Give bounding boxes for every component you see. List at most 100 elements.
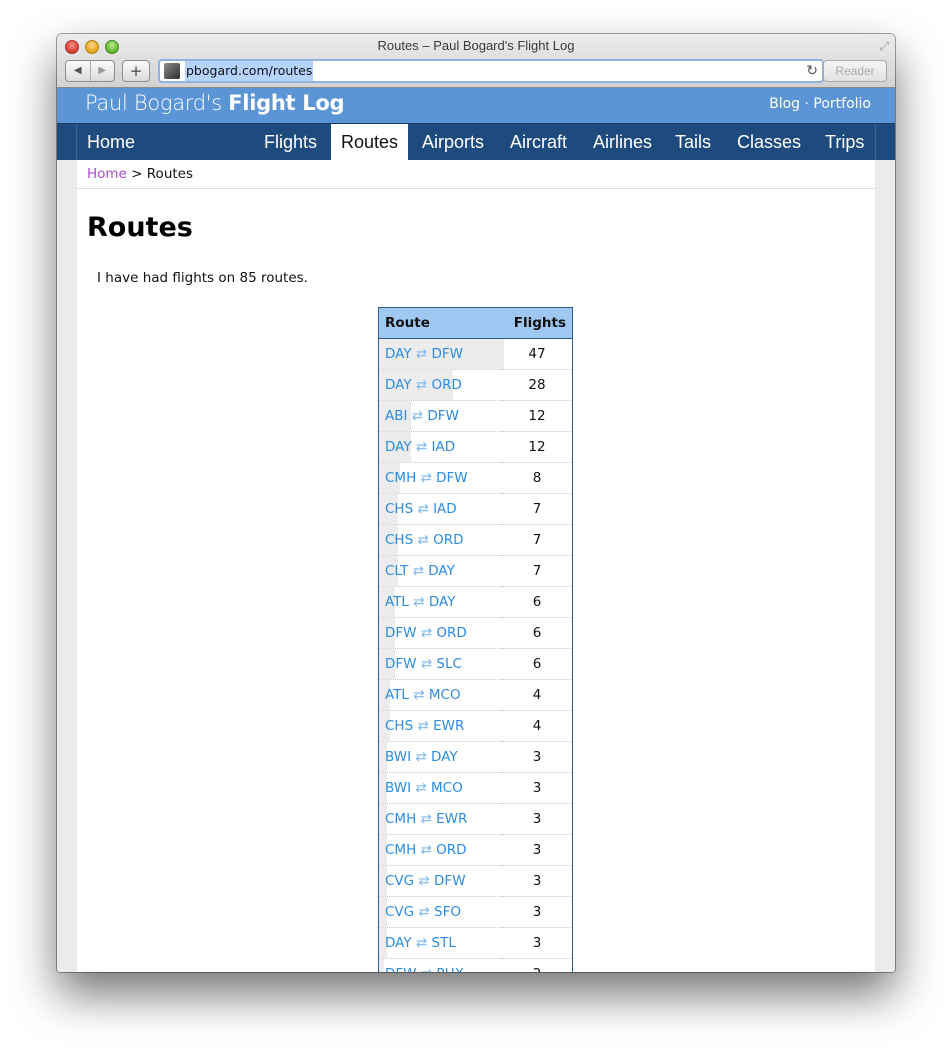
destination-code: MCO (428, 687, 461, 703)
reader-button[interactable]: Reader (823, 60, 887, 82)
bidirectional-arrow-icon: ⇄ (420, 811, 432, 827)
route-cell-inner: ATL ⇄ DAY (379, 587, 502, 617)
route-cell: CVG ⇄ SFO (378, 896, 502, 928)
origin-code: ABI (385, 408, 408, 424)
nav-home[interactable]: Home (77, 124, 145, 160)
destination-code: DAY (428, 563, 455, 579)
route-link[interactable]: DAY ⇄ STL (379, 935, 456, 951)
route-cell: CHS ⇄ IAD (378, 493, 502, 525)
route-link[interactable]: CLT ⇄ DAY (379, 563, 455, 579)
origin-code: CMH (385, 470, 417, 486)
table-row: CHS ⇄ EWR 4 (378, 710, 573, 742)
table-row: ATL ⇄ MCO 4 (378, 679, 573, 711)
nav-airports[interactable]: Airports (412, 124, 494, 160)
route-link[interactable]: DFW ⇄ ORD (379, 625, 467, 641)
route-cell: CLT ⇄ DAY (378, 555, 502, 587)
nav-flights[interactable]: Flights (254, 124, 327, 160)
fullscreen-icon[interactable]: ⤢ (879, 39, 889, 54)
breadcrumb-home-link[interactable]: Home (87, 166, 127, 182)
route-cell-inner: DAY ⇄ STL (379, 928, 502, 958)
blog-link[interactable]: Blog (769, 96, 800, 112)
destination-code: DFW (436, 470, 468, 486)
table-row: CMH ⇄ EWR 3 (378, 803, 573, 835)
bidirectional-arrow-icon: ⇄ (411, 408, 424, 424)
route-link[interactable]: ABI ⇄ DFW (379, 408, 459, 424)
bidirectional-arrow-icon: ⇄ (420, 842, 432, 858)
site-header: Paul Bogard's Flight Log Blog · Portfoli… (57, 88, 895, 123)
table-row: CMH ⇄ DFW 8 (378, 462, 573, 494)
main-content: Home > Routes Routes I have had flights … (77, 160, 875, 972)
breadcrumb-separator: > (126, 166, 147, 182)
routes-summary: I have had flights on 85 routes. (97, 270, 308, 286)
route-cell-inner: DFW ⇄ SLC (379, 649, 502, 679)
nav-trips[interactable]: Trips (815, 124, 874, 160)
route-cell-inner: DAY ⇄ DFW (379, 339, 504, 369)
destination-code: STL (431, 935, 456, 951)
route-link[interactable]: DAY ⇄ ORD (379, 377, 462, 393)
origin-code: CVG (385, 904, 415, 920)
nav-classes[interactable]: Classes (727, 124, 811, 160)
table-row: DAY ⇄ IAD 12 (378, 431, 573, 463)
origin-code: CLT (385, 563, 409, 579)
flight-count: 8 (502, 462, 573, 494)
table-row: DAY ⇄ STL 3 (378, 927, 573, 959)
route-link[interactable]: CMH ⇄ ORD (379, 842, 467, 858)
destination-code: DFW (431, 346, 464, 362)
bidirectional-arrow-icon: ⇄ (420, 625, 433, 641)
url-text[interactable]: pbogard.com/routes (185, 61, 314, 81)
route-link[interactable]: CHS ⇄ EWR (379, 718, 464, 734)
route-link[interactable]: DFW ⇄ SLC (379, 656, 462, 672)
route-cell: CHS ⇄ ORD (378, 524, 502, 556)
route-link[interactable]: ATL ⇄ DAY (379, 594, 455, 610)
route-cell: BWI ⇄ DAY (378, 741, 502, 773)
site-brand[interactable]: Paul Bogard's Flight Log (85, 91, 344, 115)
origin-code: CMH (385, 842, 417, 858)
route-cell: ATL ⇄ DAY (378, 586, 502, 618)
route-link[interactable]: DAY ⇄ DFW (379, 346, 463, 362)
route-link[interactable]: DAY ⇄ IAD (379, 439, 455, 455)
route-link[interactable]: BWI ⇄ DAY (379, 749, 458, 765)
route-link[interactable]: CMH ⇄ EWR (379, 811, 467, 827)
destination-code: DFW (434, 873, 466, 889)
route-link[interactable]: CVG ⇄ SFO (379, 904, 461, 920)
route-column-header[interactable]: Route (378, 307, 502, 339)
table-row: BWI ⇄ MCO 3 (378, 772, 573, 804)
nav-aircraft[interactable]: Aircraft (500, 124, 577, 160)
table-row: CHS ⇄ IAD 7 (378, 493, 573, 525)
nav-routes[interactable]: Routes (331, 124, 409, 160)
origin-code: CHS (385, 718, 414, 734)
page-title: Routes (87, 212, 193, 243)
bidirectional-arrow-icon: ⇄ (412, 563, 424, 579)
flight-count: 3 (502, 896, 573, 928)
back-button[interactable]: ◀ (66, 61, 90, 81)
route-link[interactable]: CHS ⇄ IAD (379, 501, 457, 517)
table-row: ATL ⇄ DAY 6 (378, 586, 573, 618)
route-link[interactable]: BWI ⇄ MCO (379, 780, 463, 796)
routes-table: Route Flights DAY ⇄ DFW 47 DAY ⇄ ORD 28 ABI … (378, 307, 573, 972)
table-row: DFW ⇄ SLC 6 (378, 648, 573, 680)
nav-tails[interactable]: Tails (665, 124, 721, 160)
breadcrumb-current: Routes (146, 166, 194, 182)
portfolio-link[interactable]: Portfolio (813, 96, 871, 112)
destination-code: DAY (431, 749, 458, 765)
route-link[interactable]: DFW ⇄ PHX (379, 966, 464, 972)
route-cell: CMH ⇄ EWR (378, 803, 502, 835)
route-cell: CVG ⇄ DFW (378, 865, 502, 897)
route-link[interactable]: CHS ⇄ ORD (379, 532, 463, 548)
forward-button[interactable]: ▶ (89, 61, 115, 81)
flights-column-header[interactable]: Flights (502, 307, 573, 339)
address-bar[interactable]: pbogard.com/routes ↻ (158, 59, 824, 83)
table-row: CHS ⇄ ORD 7 (378, 524, 573, 556)
reload-icon[interactable]: ↻ (806, 61, 818, 81)
page-viewport: Paul Bogard's Flight Log Blog · Portfoli… (57, 88, 895, 972)
browser-titlebar: Routes – Paul Bogard's Flight Log ⤢ ◀ ▶ … (57, 34, 895, 88)
nav-airlines[interactable]: Airlines (583, 124, 662, 160)
route-link[interactable]: ATL ⇄ MCO (379, 687, 461, 703)
table-row: DFW ⇄ PHX 2 (378, 958, 573, 972)
window-title: Routes – Paul Bogard's Flight Log (377, 38, 575, 53)
route-link[interactable]: CVG ⇄ DFW (379, 873, 466, 889)
route-cell: DFW ⇄ PHX (378, 958, 502, 972)
flight-count: 12 (502, 431, 573, 463)
route-link[interactable]: CMH ⇄ DFW (379, 470, 468, 486)
new-tab-button[interactable]: + (122, 60, 150, 82)
